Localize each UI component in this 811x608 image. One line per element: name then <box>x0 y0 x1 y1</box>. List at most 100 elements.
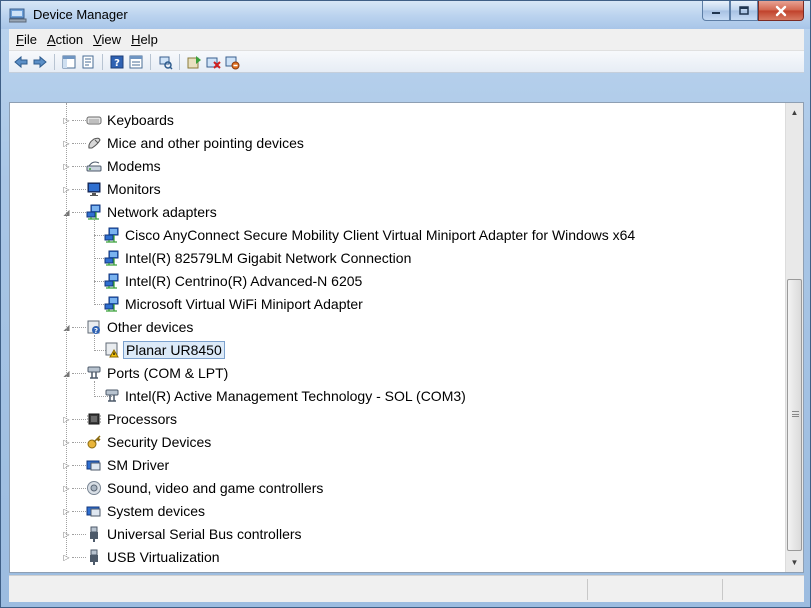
tree-category[interactable]: ◢? Other devices <box>10 316 786 339</box>
tree-connector <box>72 442 86 443</box>
tree-category[interactable]: ▷ Modems <box>10 155 786 178</box>
network-adapter-icon <box>104 296 120 312</box>
tree-device[interactable]: Microsoft Virtual WiFi Miniport Adapter <box>10 293 786 316</box>
tree-category[interactable]: ▷ Universal Serial Bus controllers <box>10 523 786 546</box>
tree-item-label: Keyboards <box>107 112 174 128</box>
system-device-icon <box>86 503 102 519</box>
tree-connector <box>72 189 86 190</box>
uninstall-device-button[interactable] <box>205 54 221 70</box>
maximize-button[interactable] <box>730 1 758 21</box>
tree-connector <box>72 419 86 420</box>
show-hide-console-tree-button[interactable] <box>61 54 77 70</box>
network-adapter-icon <box>104 227 120 243</box>
tree-device[interactable]: Intel(R) Centrino(R) Advanced-N 6205 <box>10 270 786 293</box>
properties-icon <box>82 55 94 68</box>
tree-item-label: Network adapters <box>107 204 217 220</box>
forward-arrow-button[interactable] <box>32 54 48 70</box>
tree-device[interactable]: Planar UR8450 <box>10 339 786 362</box>
show-hide-console-tree-icon <box>62 55 76 68</box>
device-manager-icon <box>9 8 27 23</box>
title-bar[interactable]: Device Manager <box>1 1 810 29</box>
update-driver-button[interactable] <box>186 54 202 70</box>
help-icon: ? <box>110 55 124 69</box>
tree-category[interactable]: ▷ Mice and other pointing devices <box>10 132 786 155</box>
properties-button[interactable] <box>80 54 96 70</box>
toolbar: ? <box>9 51 804 73</box>
close-button[interactable] <box>758 1 804 21</box>
menu-accelerator: V <box>93 32 102 47</box>
tree-category[interactable]: ▷ Monitors <box>10 178 786 201</box>
tree-item-label: Intel(R) 82579LM Gigabit Network Connect… <box>125 250 412 266</box>
tree-item-label: Sound, video and game controllers <box>107 480 324 496</box>
tree-connector <box>72 143 86 144</box>
svg-text:?: ? <box>94 327 98 335</box>
tree-category[interactable]: ◢ Ports (COM & LPT) <box>10 362 786 385</box>
modem-icon <box>86 158 102 174</box>
tree-item-label: Monitors <box>107 181 161 197</box>
tree-category[interactable]: ▷ Sound, video and game controllers <box>10 477 786 500</box>
tree-item-label: Mice and other pointing devices <box>107 135 304 151</box>
menu-label: elp <box>140 32 158 47</box>
menu-file[interactable]: File <box>11 30 42 49</box>
tree-connector <box>94 381 95 397</box>
maximize-icon <box>739 6 749 15</box>
tree-category[interactable]: ◢ Network adapters <box>10 201 786 224</box>
menu-help[interactable]: Help <box>126 30 163 49</box>
disable-device-button[interactable] <box>224 54 240 70</box>
tree-device[interactable]: Intel(R) Active Management Technology - … <box>10 385 786 408</box>
speaker-icon <box>86 480 102 496</box>
tree-connector <box>72 465 86 466</box>
tree-connector <box>72 373 86 374</box>
menu-accelerator: F <box>16 32 24 47</box>
device-manager-window: Device Manager File Action View Help ? ▷ Key… <box>0 0 811 608</box>
tree-device[interactable]: Cisco AnyConnect Secure Mobility Client … <box>10 224 786 247</box>
tree-category[interactable]: ▷ Keyboards <box>10 109 786 132</box>
status-pane <box>587 579 588 600</box>
tree-category[interactable]: ▷ USB Virtualization <box>10 546 786 569</box>
tree-device[interactable]: Intel(R) 82579LM Gigabit Network Connect… <box>10 247 786 270</box>
port-icon <box>104 388 120 404</box>
tree-connector <box>72 557 86 558</box>
minimize-button[interactable] <box>702 1 730 21</box>
scroll-up-button[interactable]: ▲ <box>786 104 803 121</box>
tree-category[interactable]: ▷ System devices <box>10 500 786 523</box>
menu-view[interactable]: View <box>88 30 126 49</box>
vertical-scrollbar[interactable]: ▲ ▼ <box>785 103 803 572</box>
tree-item-label: SM Driver <box>107 457 170 473</box>
menu-label: iew <box>101 32 122 47</box>
menu-label: ction <box>55 32 84 47</box>
tree-item-label: Processors <box>107 411 178 427</box>
tree-item-label: Universal Serial Bus controllers <box>107 526 302 542</box>
forward-arrow-icon <box>33 55 47 68</box>
device-tree-pane: ▷ Keyboards ▷ Mice and other pointing devic… <box>9 102 804 573</box>
back-arrow-button[interactable] <box>13 54 29 70</box>
tree-connector <box>94 220 95 305</box>
disable-device-icon <box>225 56 240 69</box>
svg-text:?: ? <box>114 58 120 69</box>
tree-connector <box>72 120 86 121</box>
menu-bar: File Action View Help <box>9 29 804 51</box>
toolbar-separator <box>150 53 151 70</box>
scroll-down-button[interactable]: ▼ <box>786 554 803 571</box>
toolbar-separator <box>179 53 180 70</box>
tree-category[interactable]: ▷ Processors <box>10 408 786 431</box>
security-device-icon <box>86 434 102 450</box>
help-button[interactable]: ? <box>109 54 125 70</box>
close-icon <box>775 5 787 16</box>
tree-category[interactable]: ▷ SM Driver <box>10 454 786 477</box>
view-icon <box>129 55 143 68</box>
tree-category[interactable]: ▷ Security Devices <box>10 431 786 454</box>
tree-connector <box>66 103 67 557</box>
network-adapter-icon <box>104 273 120 289</box>
scan-hardware-button[interactable] <box>157 54 173 70</box>
warning-device-icon <box>104 342 120 358</box>
status-bar <box>9 575 804 602</box>
tree-connector <box>72 534 86 535</box>
tree-item-label: Intel(R) Active Management Technology - … <box>125 388 466 404</box>
menu-action[interactable]: Action <box>42 30 88 49</box>
network-adapter-icon <box>104 250 120 266</box>
scroll-thumb[interactable] <box>787 279 802 551</box>
view-button[interactable] <box>128 54 144 70</box>
tree-item-label: Ports (COM & LPT) <box>107 365 229 381</box>
mouse-icon <box>86 135 102 151</box>
